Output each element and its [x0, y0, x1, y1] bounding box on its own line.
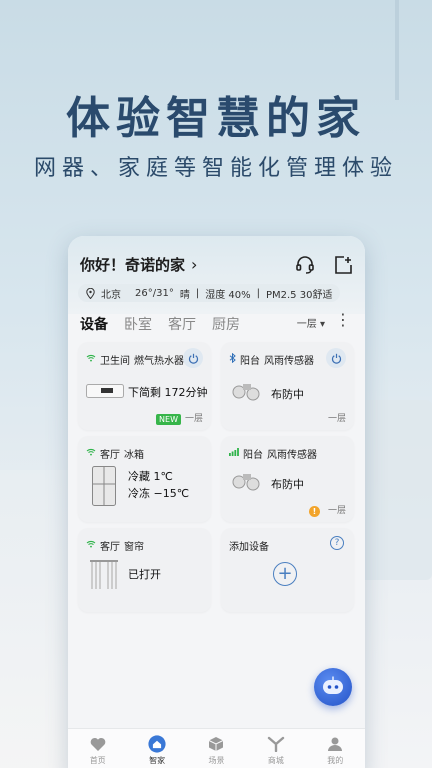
robot-assistant-icon	[323, 676, 343, 694]
add-device-label: 添加设备	[229, 542, 269, 553]
device-status: 布防中	[271, 388, 304, 401]
device-room: 客厅	[100, 450, 120, 461]
device-status: 冷藏 1℃ 冷冻 −15℃	[128, 468, 189, 502]
new-badge: NEW	[156, 414, 181, 425]
headset-icon	[296, 256, 314, 274]
device-card-rain-sensor[interactable]: 阳台 风雨传感器 布防中 一层	[221, 342, 354, 430]
add-button[interactable]	[332, 254, 354, 276]
signal-icon	[229, 448, 239, 459]
weather-sep: |	[195, 287, 200, 299]
device-room: 阳台	[243, 450, 263, 461]
wifi-icon	[86, 354, 96, 365]
weather-bar: 北京 26°/31° 晴 | 湿度 40% | PM2.5 30舒适	[78, 284, 341, 302]
device-card-fridge[interactable]: 客厅 冰箱 冷藏 1℃ 冷冻 −15℃	[78, 436, 211, 522]
nav-smart-home[interactable]: 智家	[132, 735, 182, 766]
weather-temp: 26°/31°	[135, 287, 174, 299]
add-device-card[interactable]: 添加设备 ? +	[221, 528, 354, 612]
add-square-icon	[335, 256, 352, 274]
device-card-rain-sensor[interactable]: 阳台 风雨传感器 布防中 ! 一层	[221, 436, 354, 522]
floor-label: 一层	[327, 506, 346, 516]
promo-subheadline: 网器、家庭等智能化管理体验	[33, 156, 398, 181]
nav-home[interactable]: 首页	[73, 735, 123, 766]
wifi-icon	[86, 448, 96, 459]
weather-air: PM2.5 30舒适	[265, 289, 333, 301]
bottom-nav: 首页 智家 场景 商城 我的	[68, 728, 365, 768]
location-pin-icon	[86, 287, 95, 299]
device-room: 卫生间	[100, 356, 130, 367]
profile-icon	[326, 735, 344, 753]
device-name: 燃气热水器	[134, 356, 184, 367]
fridge-image	[92, 466, 116, 506]
curtain-image	[90, 560, 118, 589]
chevron-right-icon: ›	[191, 255, 198, 274]
help-icon[interactable]: ?	[330, 536, 344, 550]
weather-city: 北京	[101, 289, 121, 301]
rain-sensor-image	[232, 384, 260, 401]
voice-assistant-button[interactable]	[314, 668, 352, 706]
greeting-text: 你好！奇诺的家	[80, 256, 186, 274]
device-status: 下简剩 172分钟	[128, 386, 208, 399]
power-icon	[188, 353, 198, 364]
heart-icon	[89, 735, 107, 753]
device-name: 风雨传感器	[264, 356, 314, 367]
card-title: 阳台 风雨传感器	[229, 352, 314, 367]
nav-label: 场景	[208, 756, 225, 765]
device-status: 已打开	[128, 568, 161, 581]
device-name: 风雨传感器	[267, 450, 317, 461]
bluetooth-icon	[229, 352, 236, 366]
promo-headline: 体验智慧的家	[66, 93, 366, 144]
customer-service-button[interactable]	[294, 254, 316, 276]
background-window	[0, 470, 70, 768]
device-room: 阳台	[240, 356, 260, 367]
nav-label: 我的	[327, 756, 344, 765]
device-card-water-heater[interactable]: 卫生间 燃气热水器 下简剩 172分钟 NEW 一层	[78, 342, 211, 430]
floor-label: 一层	[184, 414, 203, 424]
home-selector[interactable]: 你好！奇诺的家 ›	[80, 254, 197, 275]
phone-screen: 你好！奇诺的家 › 北京 26°/31° 晴 | 湿度 40% | PM2.5 …	[68, 236, 365, 768]
cube-icon	[207, 735, 225, 753]
home-icon	[148, 735, 166, 753]
more-menu-icon[interactable]: ⋮	[335, 310, 351, 329]
floor-select[interactable]: 一层 ▾	[297, 315, 325, 330]
tab-devices[interactable]: 设备	[80, 314, 108, 334]
device-room: 客厅	[100, 542, 120, 553]
nav-label: 智家	[149, 756, 166, 765]
fridge-status-line2: 冷冻 −15℃	[128, 487, 190, 500]
power-button[interactable]	[326, 348, 346, 368]
tab-living-room[interactable]: 客厅	[168, 314, 196, 334]
add-device-plus-icon[interactable]: +	[273, 562, 297, 586]
weather-condition: 晴	[179, 289, 190, 301]
room-tabs: 设备 卧室 客厅 厨房	[80, 314, 240, 334]
shop-icon	[267, 735, 285, 753]
card-title: 添加设备	[229, 538, 269, 553]
device-card-curtain[interactable]: 客厅 窗帘 已打开	[78, 528, 211, 612]
card-title: 客厅 窗帘	[86, 538, 144, 553]
card-title: 阳台 风雨传感器	[229, 446, 317, 461]
weather-sep: |	[256, 287, 260, 299]
power-icon	[331, 353, 341, 364]
top-bar	[68, 236, 365, 314]
wifi-icon	[86, 540, 96, 551]
warning-icon[interactable]: !	[309, 506, 320, 517]
background-furniture	[355, 400, 432, 580]
card-title: 卫生间 燃气热水器	[86, 352, 184, 367]
device-name: 冰箱	[124, 450, 144, 461]
nav-label: 商城	[267, 756, 284, 765]
fridge-status-line1: 冷藏 1℃	[128, 470, 173, 483]
nav-shop[interactable]: 商城	[251, 735, 301, 766]
rain-sensor-image	[232, 474, 260, 491]
device-name: 窗帘	[124, 542, 144, 553]
power-button[interactable]	[183, 348, 203, 368]
water-heater-image	[86, 384, 124, 398]
nav-scenes[interactable]: 场景	[191, 735, 241, 766]
card-title: 客厅 冰箱	[86, 446, 144, 461]
nav-label: 首页	[89, 756, 106, 765]
device-status: 布防中	[271, 478, 304, 491]
tab-kitchen[interactable]: 厨房	[212, 314, 240, 334]
floor-label: 一层	[327, 414, 346, 424]
weather-humidity: 湿度 40%	[205, 289, 251, 301]
tab-bedroom[interactable]: 卧室	[124, 314, 152, 334]
nav-profile[interactable]: 我的	[310, 735, 360, 766]
